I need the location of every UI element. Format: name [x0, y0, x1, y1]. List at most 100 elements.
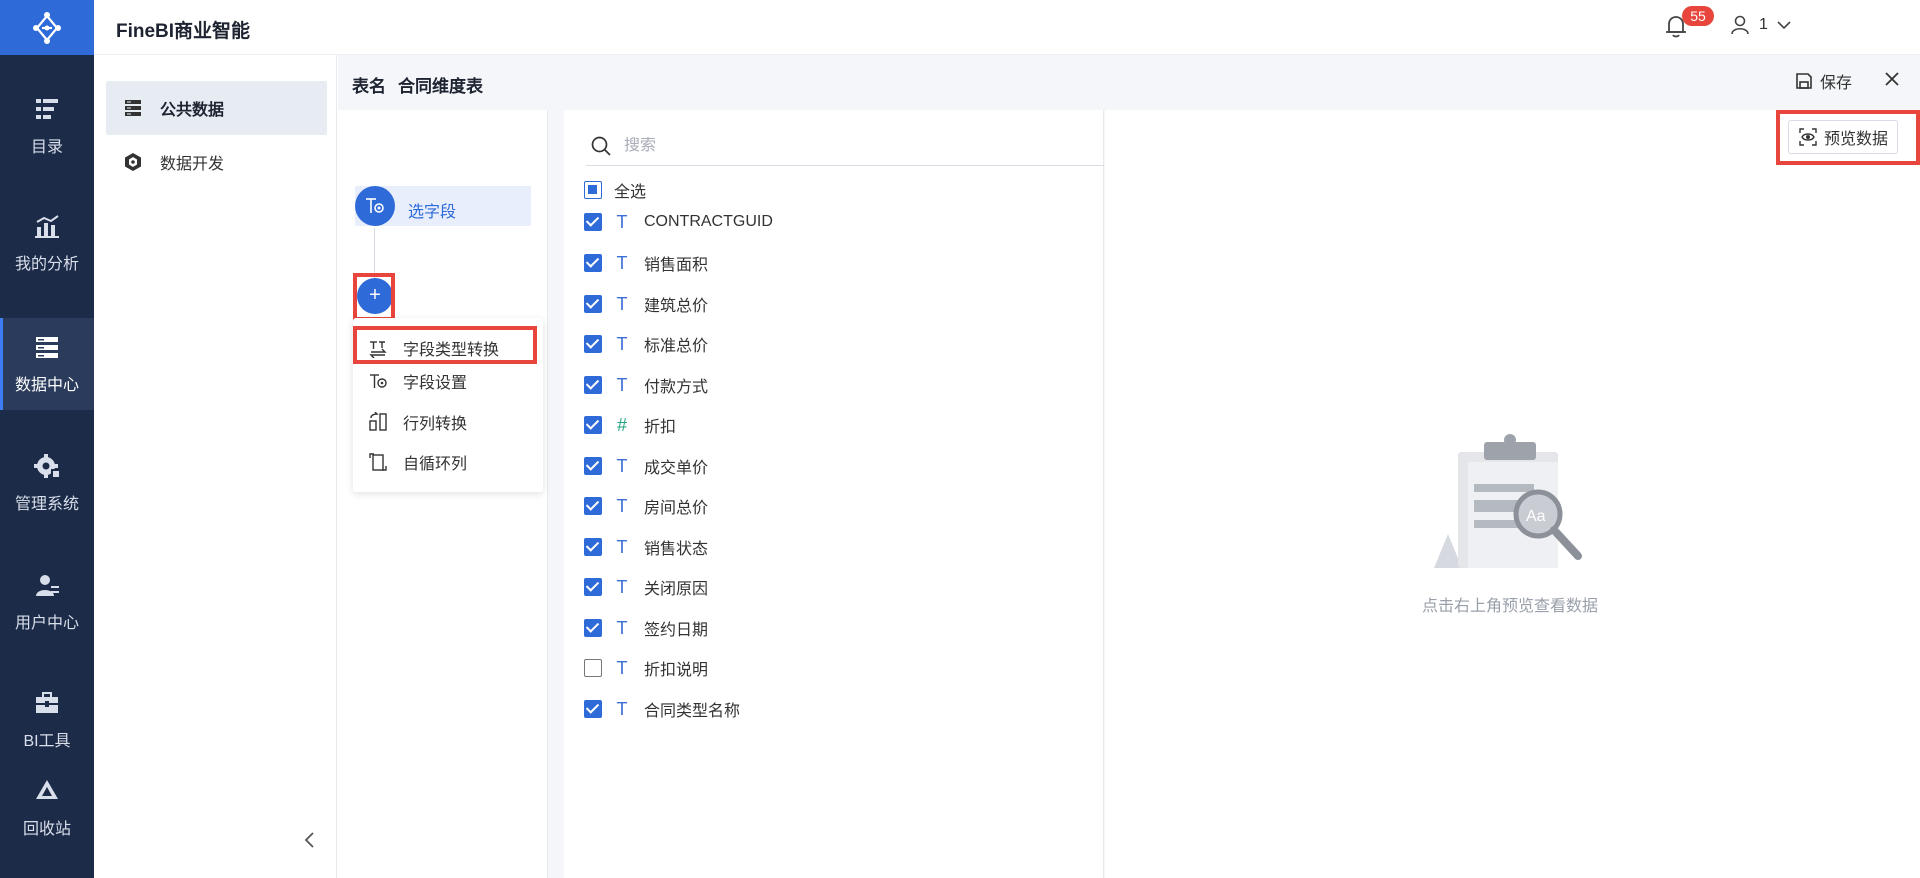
text-type-icon: T: [616, 537, 628, 557]
select-all-row[interactable]: 全选: [584, 174, 1084, 206]
text-type-icon: T: [616, 496, 628, 516]
field-row[interactable]: T 签约日期: [584, 612, 1084, 644]
field-row[interactable]: # 折扣: [584, 409, 1084, 441]
nav-item-label: 管理系统: [14, 496, 79, 513]
field-checkbox[interactable]: [584, 578, 602, 596]
nav-item-user-center[interactable]: 用户中心: [0, 556, 94, 648]
cube-icon: [122, 151, 144, 173]
data-center-icon: [33, 333, 61, 361]
field-checkbox[interactable]: [584, 254, 602, 272]
row-column-convert-icon: [367, 411, 389, 433]
text-type-icon: T: [616, 253, 628, 273]
toolbox-icon: [33, 689, 61, 717]
text-type-icon: T: [616, 618, 628, 638]
field-name: 建筑总价: [644, 298, 709, 315]
select-fields-step-icon: [355, 186, 395, 226]
menu-item-label: 行列转换: [403, 416, 468, 433]
select-all-label: 全选: [614, 184, 647, 201]
nav-item-catalog[interactable]: 目录: [0, 80, 94, 172]
nav-item-label: 我的分析: [14, 256, 79, 273]
field-row[interactable]: T 标准总价: [584, 328, 1084, 360]
field-checkbox[interactable]: [584, 538, 602, 556]
menu-item-field-settings[interactable]: 字段设置: [353, 361, 543, 401]
field-checkbox[interactable]: [584, 295, 602, 313]
search-input[interactable]: [624, 136, 1064, 155]
field-checkbox[interactable]: [584, 213, 602, 231]
text-type-icon: T: [616, 212, 628, 232]
subnav-item-public-data[interactable]: 公共数据: [106, 81, 327, 135]
field-checkbox[interactable]: [584, 700, 602, 718]
field-name: 折扣说明: [644, 662, 709, 679]
save-label: 保存: [1820, 75, 1853, 92]
field-search: [586, 126, 1104, 166]
field-name: 付款方式: [644, 379, 709, 396]
close-icon[interactable]: [1882, 69, 1904, 91]
notification-count-badge: 55: [1682, 6, 1714, 26]
subnav-item-label: 数据开发: [160, 156, 225, 173]
field-row[interactable]: T 付款方式: [584, 369, 1084, 401]
search-icon: [591, 136, 611, 156]
field-checkbox[interactable]: [584, 497, 602, 515]
collapse-sidebar-icon[interactable]: [300, 830, 320, 850]
field-row[interactable]: T 成交单价: [584, 450, 1084, 482]
chevron-down-icon: [1777, 21, 1791, 30]
table-editor: 表名 合同维度表 保存 选字段 + 字段类型转换 字段设置 行列转换 自循环列 …: [338, 55, 1920, 878]
subnav-item-label: 公共数据: [160, 102, 225, 119]
table-name[interactable]: 合同维度表: [398, 72, 483, 97]
nav-item-my-analysis[interactable]: 我的分析: [0, 197, 94, 289]
text-type-icon: T: [616, 577, 628, 597]
highlight-box-add-step: [353, 273, 395, 321]
field-name: 标准总价: [644, 338, 709, 355]
field-row[interactable]: T 房间总价: [584, 490, 1084, 522]
table-name-label: 表名: [352, 77, 386, 96]
self-loop-column-icon: [367, 451, 389, 473]
app-title: FineBI商业智能: [116, 21, 251, 42]
highlight-box-field-type-convert: [353, 326, 537, 364]
step-label: 选字段: [408, 204, 457, 221]
user-name: 1: [1759, 16, 1768, 33]
field-row[interactable]: T CONTRACTGUID: [584, 206, 1084, 238]
field-row[interactable]: T 折扣说明: [584, 652, 1084, 684]
nav-item-bi-tools[interactable]: BI工具: [0, 674, 94, 766]
top-header: FineBI商业智能: [94, 0, 1920, 55]
save-button[interactable]: 保存: [1794, 69, 1852, 93]
table-icon: [122, 97, 144, 119]
settings-gear-icon: [33, 452, 61, 480]
svg-text:Aa: Aa: [1526, 508, 1546, 525]
nav-item-data-center[interactable]: 数据中心: [0, 318, 94, 410]
catalog-icon: [33, 95, 61, 123]
field-row[interactable]: T 建筑总价: [584, 288, 1084, 320]
field-row[interactable]: T 关闭原因: [584, 571, 1084, 603]
data-center-sidebar: 公共数据 数据开发: [94, 55, 337, 878]
nav-item-label: BI工具: [23, 733, 71, 750]
field-name: 销售面积: [644, 257, 709, 274]
analysis-icon: [33, 212, 61, 240]
field-checkbox[interactable]: [584, 457, 602, 475]
field-checkbox[interactable]: [584, 416, 602, 434]
text-type-icon: T: [616, 375, 628, 395]
menu-item-self-loop-column[interactable]: 自循环列: [353, 442, 543, 482]
field-checkbox[interactable]: [584, 335, 602, 353]
field-name: 成交单价: [644, 460, 709, 477]
menu-item-row-column-convert[interactable]: 行列转换: [353, 402, 543, 442]
field-row[interactable]: T 销售面积: [584, 247, 1084, 279]
field-checkbox[interactable]: [584, 619, 602, 637]
text-type-icon: T: [616, 699, 628, 719]
field-checkbox[interactable]: [584, 376, 602, 394]
field-checkbox[interactable]: [584, 659, 602, 677]
nav-item-label: 用户中心: [14, 615, 79, 632]
subnav-item-data-development[interactable]: 数据开发: [106, 135, 327, 189]
field-row[interactable]: T 销售状态: [584, 531, 1084, 563]
text-type-icon: T: [616, 456, 628, 476]
select-all-checkbox[interactable]: [584, 181, 602, 199]
nav-item-recycle-bin[interactable]: 回收站: [0, 762, 94, 854]
field-row[interactable]: T 合同类型名称: [584, 693, 1084, 725]
user-menu[interactable]: 1: [1729, 14, 1792, 36]
text-type-icon: T: [616, 334, 628, 354]
app-logo[interactable]: [0, 0, 94, 55]
nav-item-management[interactable]: 管理系统: [0, 437, 94, 529]
field-list-panel: 全选 T CONTRACTGUID T 销售面积 T 建筑总价 T 标准总价 T 付款方式…: [564, 110, 1104, 878]
menu-item-label: 字段设置: [403, 375, 468, 392]
text-type-icon: T: [616, 658, 628, 678]
text-type-icon: T: [616, 294, 628, 314]
